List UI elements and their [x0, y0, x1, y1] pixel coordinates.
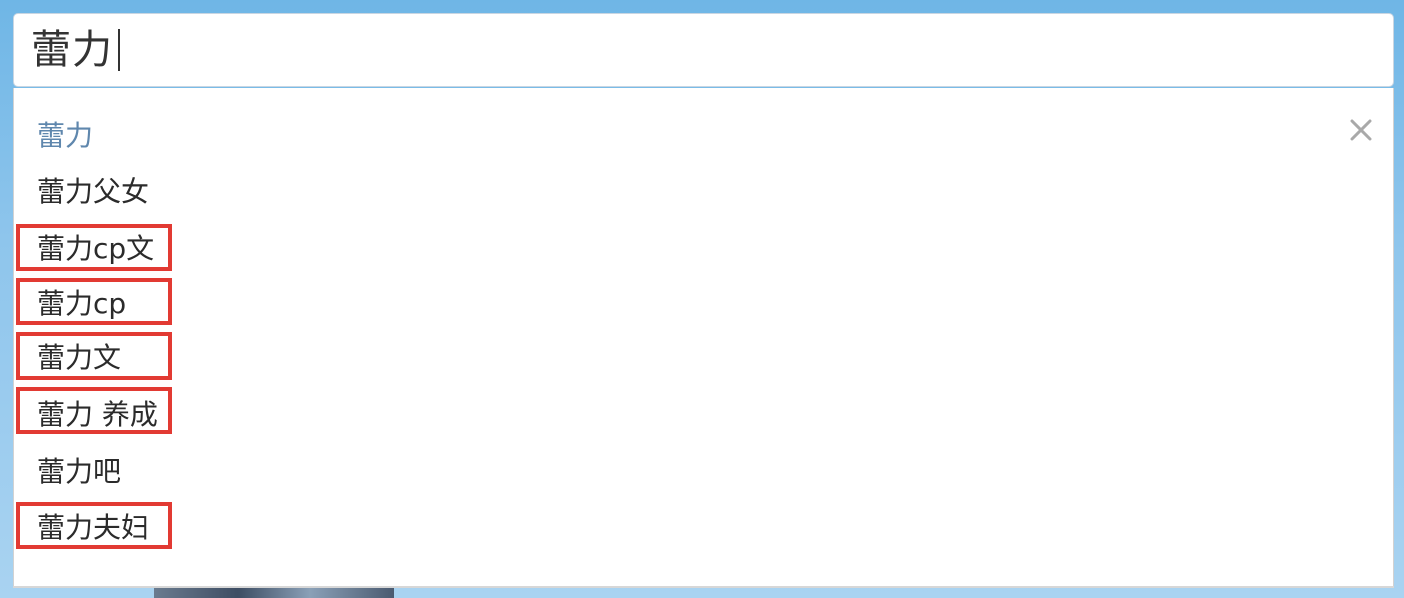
suggestion-item[interactable]: 蕾力夫妇 [37, 506, 149, 546]
suggestion-label: 蕾力父女 [37, 175, 150, 208]
suggestion-label: 蕾力夫妇 [37, 511, 150, 544]
suggestion-item[interactable]: 蕾力 [37, 114, 93, 154]
suggestion-label: 蕾力吧 [37, 455, 122, 488]
text-caret [118, 29, 120, 71]
suggestion-label: 蕾力cp [37, 287, 127, 320]
suggestion-label: 蕾力cp文 [37, 232, 155, 265]
suggestion-item[interactable]: 蕾力 养成 [37, 393, 158, 433]
result-thumbnail[interactable] [154, 588, 394, 598]
suggestion-item[interactable]: 蕾力cp文 [37, 227, 154, 267]
suggestion-label: 蕾力 [37, 119, 94, 152]
search-input[interactable]: 蕾力 [13, 13, 1394, 87]
autocomplete-dropdown: 蕾力 蕾力父女 蕾力cp文 蕾力cp 蕾力文 蕾力 养成 蕾力吧 蕾力夫妇 [13, 88, 1394, 588]
search-input-value: 蕾力 [31, 27, 113, 73]
suggestion-item[interactable]: 蕾力父女 [37, 170, 149, 210]
close-icon[interactable] [1348, 117, 1374, 143]
suggestion-item[interactable]: 蕾力文 [37, 336, 121, 376]
suggestion-label: 蕾力 养成 [37, 398, 158, 431]
suggestion-label: 蕾力文 [37, 341, 122, 374]
suggestion-item[interactable]: 蕾力吧 [37, 450, 121, 490]
suggestion-item[interactable]: 蕾力cp [37, 282, 126, 322]
